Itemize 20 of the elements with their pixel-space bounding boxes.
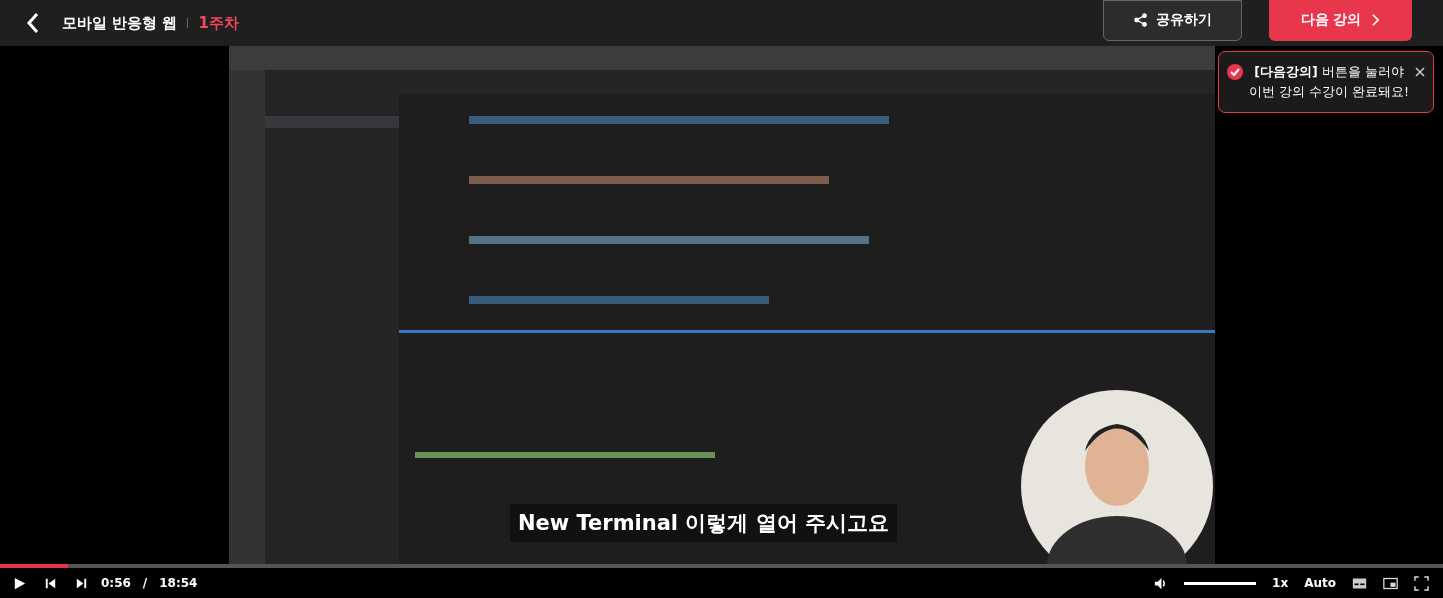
section-label: 1주차 [198,13,239,33]
volume-slider[interactable] [1184,581,1257,585]
current-time: 0:56 [101,576,131,590]
share-button[interactable]: 공유하기 [1103,0,1242,41]
duration: 18:54 [159,576,198,590]
share-icon [1133,13,1148,27]
next-lecture-button[interactable]: 다음 강의 [1269,0,1412,41]
time-separator: / [142,576,148,590]
toast-message: [다음강의] 버튼을 눌러야 이번 강의 수강이 완료돼요! [1248,63,1410,101]
chevron-right-icon [1371,13,1381,27]
play-icon[interactable] [12,575,27,591]
quality-button[interactable]: Auto [1304,576,1336,590]
back-icon[interactable] [26,12,40,34]
speed-button[interactable]: 1x [1272,576,1289,590]
course-title: 모바일 반응형 웹 [62,13,178,33]
subtitle-caption: New Terminal 이렇게 열어 주시고요 [510,504,897,542]
picture-in-picture-icon[interactable] [1383,575,1398,591]
check-icon [1227,64,1243,80]
fullscreen-icon[interactable] [1414,575,1429,591]
close-icon[interactable] [1415,67,1425,77]
